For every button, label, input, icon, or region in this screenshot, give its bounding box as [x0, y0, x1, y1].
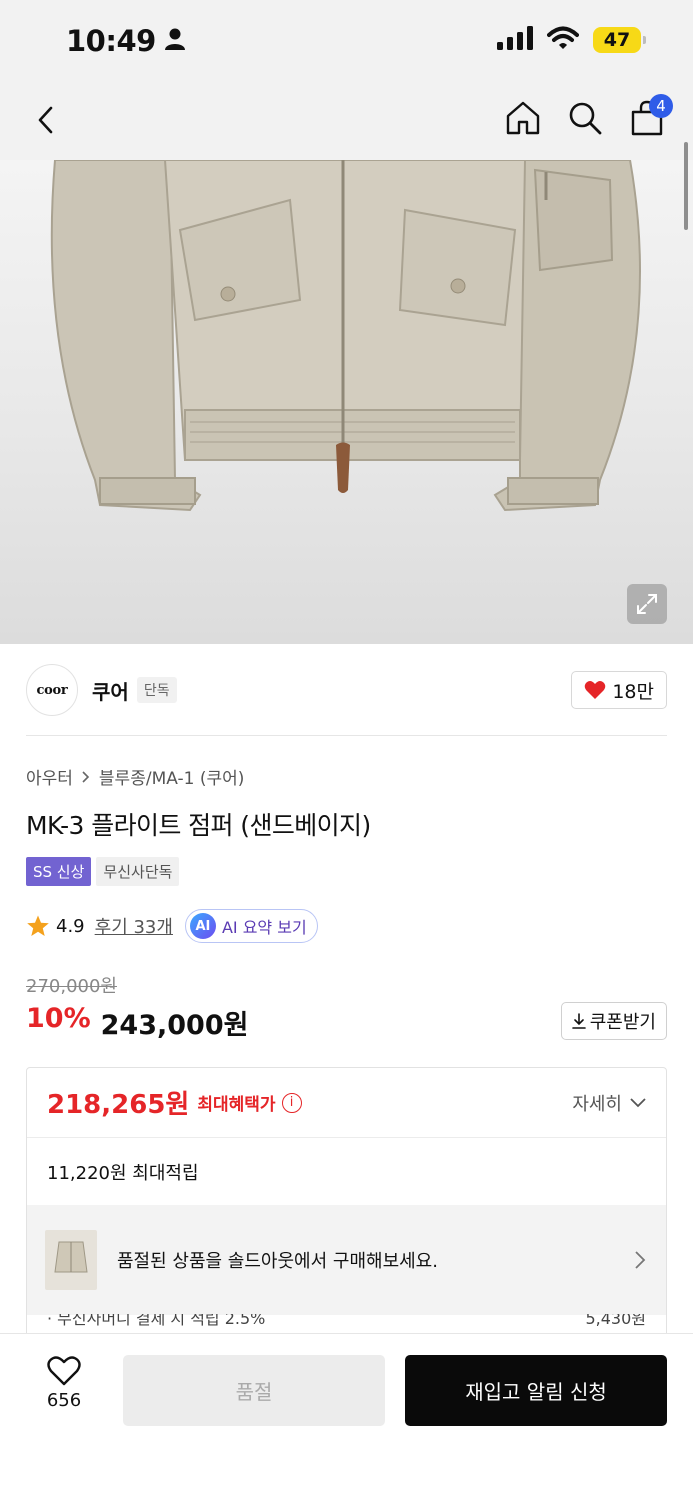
bottom-action-bar: 656 품절 재입고 알림 신청 — [0, 1333, 693, 1500]
expand-icon — [637, 594, 657, 614]
chevron-down-icon — [630, 1097, 646, 1107]
brand-logo[interactable]: coor — [26, 664, 78, 716]
divider — [26, 735, 667, 736]
new-season-badge: SS 신상 — [26, 857, 92, 886]
max-benefit-row: 218,265원 최대혜택가 i 자세히 — [27, 1068, 666, 1138]
product-title: MK-3 플라이트 점퍼 (샌드베이지) — [26, 811, 371, 840]
cart-button[interactable]: 4 — [627, 94, 673, 140]
coupon-label: 쿠폰받기 — [589, 1012, 656, 1033]
breadcrumb-category[interactable]: 아우터 — [26, 764, 73, 789]
nav-bar: 4 — [0, 80, 693, 160]
soldout-banner[interactable]: 품절된 상품을 솔드아웃에서 구매해보세요. — [27, 1205, 666, 1315]
wifi-icon — [547, 26, 579, 54]
soldout-button[interactable]: 품절 — [123, 1355, 385, 1426]
scrollbar[interactable] — [684, 142, 688, 230]
money-points-label: · 무신사머니 결제 시 적립 2.5% — [47, 1314, 266, 1328]
home-button[interactable] — [503, 96, 543, 140]
signal-icon — [497, 26, 533, 54]
price-row: 10% 243,000원 — [26, 1003, 248, 1042]
home-icon — [506, 101, 540, 135]
brand-like-count: 18만 — [612, 680, 654, 703]
exclusive-tag: 단독 — [136, 677, 177, 703]
status-time-text: 10:49 — [66, 24, 156, 58]
product-image[interactable] — [0, 160, 693, 644]
breadcrumb-subcategory[interactable]: 블루종/MA-1 (쿠어) — [99, 764, 244, 789]
star-icon — [27, 915, 49, 936]
max-benefit-label: 최대혜택가 — [197, 1095, 276, 1115]
heart-filled-icon — [585, 681, 606, 699]
soldout-message: 품절된 상품을 솔드아웃에서 구매해보세요. — [117, 1251, 438, 1272]
rating-value: 4.9 — [56, 915, 85, 937]
ai-icon: AI — [189, 913, 216, 939]
status-time: 10:49 — [66, 24, 186, 58]
exclusive-badge: 무신사단독 — [96, 857, 180, 886]
info-icon[interactable]: i — [281, 1092, 302, 1113]
back-button[interactable] — [26, 98, 66, 142]
review-count-link[interactable]: 후기 33개 — [95, 913, 173, 939]
chevron-right-icon — [82, 770, 90, 783]
brand-name[interactable]: 쿠어 — [92, 676, 129, 705]
product-badges: SS 신상 무신사단독 — [26, 857, 180, 886]
status-indicators: 47 — [497, 26, 646, 54]
restock-alert-button[interactable]: 재입고 알림 신청 — [405, 1355, 667, 1426]
search-button[interactable] — [565, 96, 605, 140]
benefit-detail-toggle[interactable]: 자세히 — [572, 1090, 646, 1116]
breadcrumb: 아우터 블루종/MA-1 (쿠어) — [26, 764, 244, 789]
ai-summary-button[interactable]: AI AI 요약 보기 — [184, 909, 318, 943]
soldout-product-thumbnail — [45, 1230, 97, 1290]
sale-price: 243,000원 — [100, 1010, 249, 1041]
download-icon — [571, 1013, 586, 1029]
coupon-button[interactable]: 쿠폰받기 — [560, 1002, 667, 1040]
back-chevron-icon — [38, 106, 53, 134]
wish-count: 656 — [46, 1390, 82, 1411]
jacket-illustration — [50, 160, 641, 512]
wish-button[interactable]: 656 — [40, 1356, 88, 1411]
battery-indicator: 47 — [593, 27, 646, 53]
max-benefit-price: 218,265원 — [47, 1090, 190, 1120]
points-row: 11,220원 최대적립 — [47, 1162, 199, 1184]
detail-label: 자세히 — [572, 1093, 622, 1115]
money-points-value: 5,430원 — [585, 1314, 646, 1328]
original-price: 270,000원 — [26, 976, 117, 997]
discount-rate: 10% — [26, 1003, 91, 1034]
search-icon — [569, 102, 602, 135]
benefit-box: 218,265원 최대혜택가 i 자세히 11,220원 최대적립 품절된 상품… — [26, 1067, 667, 1337]
person-icon — [164, 24, 186, 58]
cart-count-badge: 4 — [649, 94, 673, 118]
chevron-right-icon — [635, 1251, 646, 1269]
ai-summary-label: AI 요약 보기 — [221, 918, 307, 937]
brand-row: coor 쿠어 단독 18만 — [26, 664, 667, 716]
brand-like-button[interactable]: 18만 — [571, 671, 667, 709]
expand-image-button[interactable] — [627, 584, 667, 624]
status-bar: 10:49 47 — [0, 0, 693, 80]
heart-outline-icon — [47, 1356, 81, 1386]
nav-actions: 4 — [503, 94, 673, 140]
rating-row: 4.9 후기 33개 AI AI 요약 보기 — [26, 908, 318, 944]
